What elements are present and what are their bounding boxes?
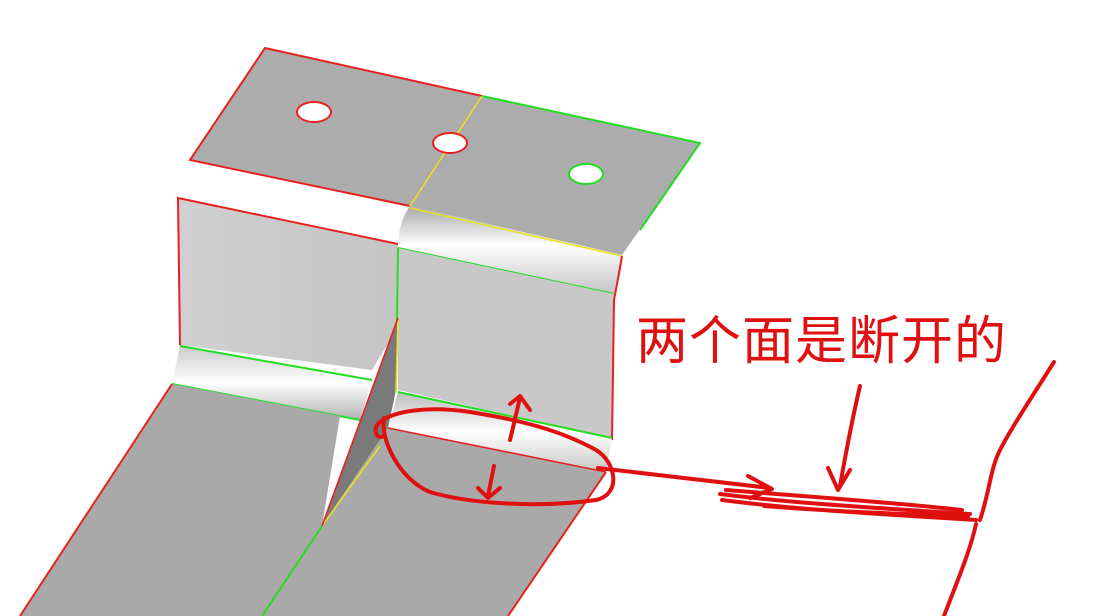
sketch-lower-wall: [942, 522, 978, 616]
hole-left: [296, 101, 332, 123]
sketch-upper-wall: [978, 360, 1056, 522]
hole-right: [568, 163, 604, 185]
hole-middle: [432, 132, 468, 154]
sheet-metal-diagram: [19, 46, 1056, 616]
annotation-caption: 两个面是断开的: [636, 312, 1008, 372]
caption-pointer-arrow: [826, 384, 862, 492]
sketch-flange-lines: [718, 488, 978, 522]
wall-left-face: [178, 198, 398, 370]
